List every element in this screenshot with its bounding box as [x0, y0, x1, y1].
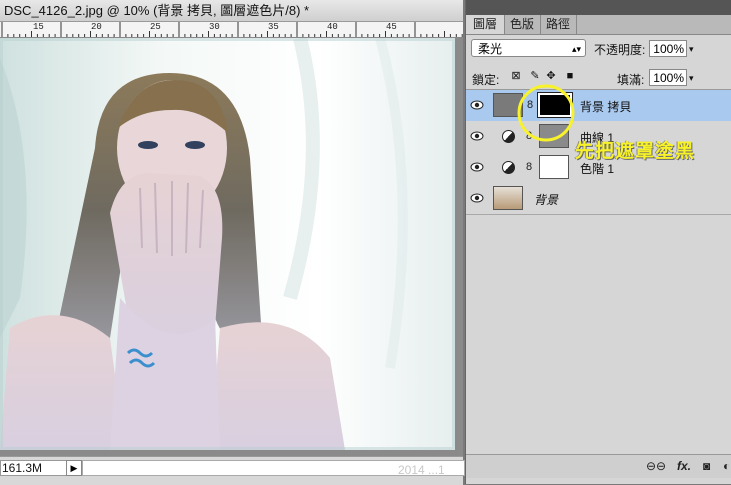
link-layers-icon[interactable]: ⊖⊖ [646, 459, 666, 473]
ruler-label: 15 [33, 22, 44, 32]
layer-thumbnail [493, 186, 523, 210]
ruler-label: 40 [327, 22, 338, 32]
opacity-dropdown-icon[interactable]: ▾ [689, 44, 694, 55]
opacity-input[interactable]: 100% [649, 40, 687, 57]
fill-input[interactable]: 100% [649, 69, 687, 86]
panel-tabs: 圖層 色版 路徑 [466, 15, 731, 35]
eye-icon[interactable] [469, 190, 485, 206]
lock-all-icon[interactable]: ■ [564, 70, 576, 82]
ruler-label: 25 [150, 22, 161, 32]
annotation-callout: 先把遮罩塗黑 [575, 141, 696, 162]
ruler-label: 35 [268, 22, 279, 32]
link-icon: 8 [526, 161, 533, 173]
panel-header-bar [466, 0, 731, 16]
photo-image [0, 38, 455, 450]
eye-icon[interactable] [469, 97, 485, 113]
fill-dropdown-icon[interactable]: ▾ [689, 73, 694, 84]
blend-mode-select[interactable]: 柔光 ▴▾ [471, 39, 586, 57]
panel-footer: ⊖⊖ fx. ◙ ◐ [466, 454, 731, 478]
document-title: DSC_4126_2.jpg @ 10% (背景 拷貝, 圖層遮色片/8) * [0, 0, 463, 22]
updown-arrow-icon: ▴▾ [571, 44, 581, 54]
image-canvas[interactable] [0, 38, 455, 450]
eye-icon[interactable] [469, 159, 485, 175]
add-mask-icon[interactable]: ◙ [703, 459, 710, 473]
horizontal-ruler: 15 20 25 30 35 40 45 [0, 22, 463, 38]
layers-panel: 圖層 色版 路徑 柔光 ▴▾ 不透明度: 100% ▾ 鎖定: ⊠ ✎ ✥ ■ … [465, 0, 731, 484]
opacity-label: 不透明度: [594, 43, 646, 57]
ruler-label: 30 [209, 22, 220, 32]
layer-name: 背景 [534, 193, 559, 207]
status-menu-arrow-icon[interactable]: ▶ [66, 460, 82, 476]
layer-row[interactable]: 8 背景 拷貝 [466, 90, 731, 122]
lock-paint-icon[interactable]: ✎ [529, 70, 541, 82]
ruler-label: 45 [386, 22, 397, 32]
fill-label: 填滿: [617, 73, 645, 87]
adjustment-icon [502, 161, 515, 174]
blend-mode-value: 柔光 [478, 42, 503, 56]
adjustment-icon [502, 130, 515, 143]
eye-icon[interactable] [469, 128, 485, 144]
highlight-circle [517, 84, 575, 142]
fx-icon[interactable]: fx. [677, 459, 691, 473]
lock-move-icon[interactable]: ✥ [545, 70, 557, 82]
adjustment-layer-icon[interactable]: ◐ [723, 459, 730, 473]
tab-layers[interactable]: 圖層 [466, 15, 505, 34]
status-bar: 161.3M ▶ [0, 456, 465, 485]
ruler-label: 20 [91, 22, 102, 32]
watermark-text: 2014 ...1 [398, 463, 445, 477]
lock-label: 鎖定: [472, 73, 500, 87]
layer-row[interactable]: 背景 [466, 183, 731, 215]
document-size: 161.3M [0, 460, 67, 476]
tab-paths[interactable]: 路徑 [540, 15, 577, 34]
tab-channels[interactable]: 色版 [504, 15, 541, 34]
lock-transparent-icon[interactable]: ⊠ [510, 70, 522, 82]
mask-thumbnail[interactable] [539, 155, 569, 179]
layer-name: 背景 拷貝 [580, 100, 632, 114]
